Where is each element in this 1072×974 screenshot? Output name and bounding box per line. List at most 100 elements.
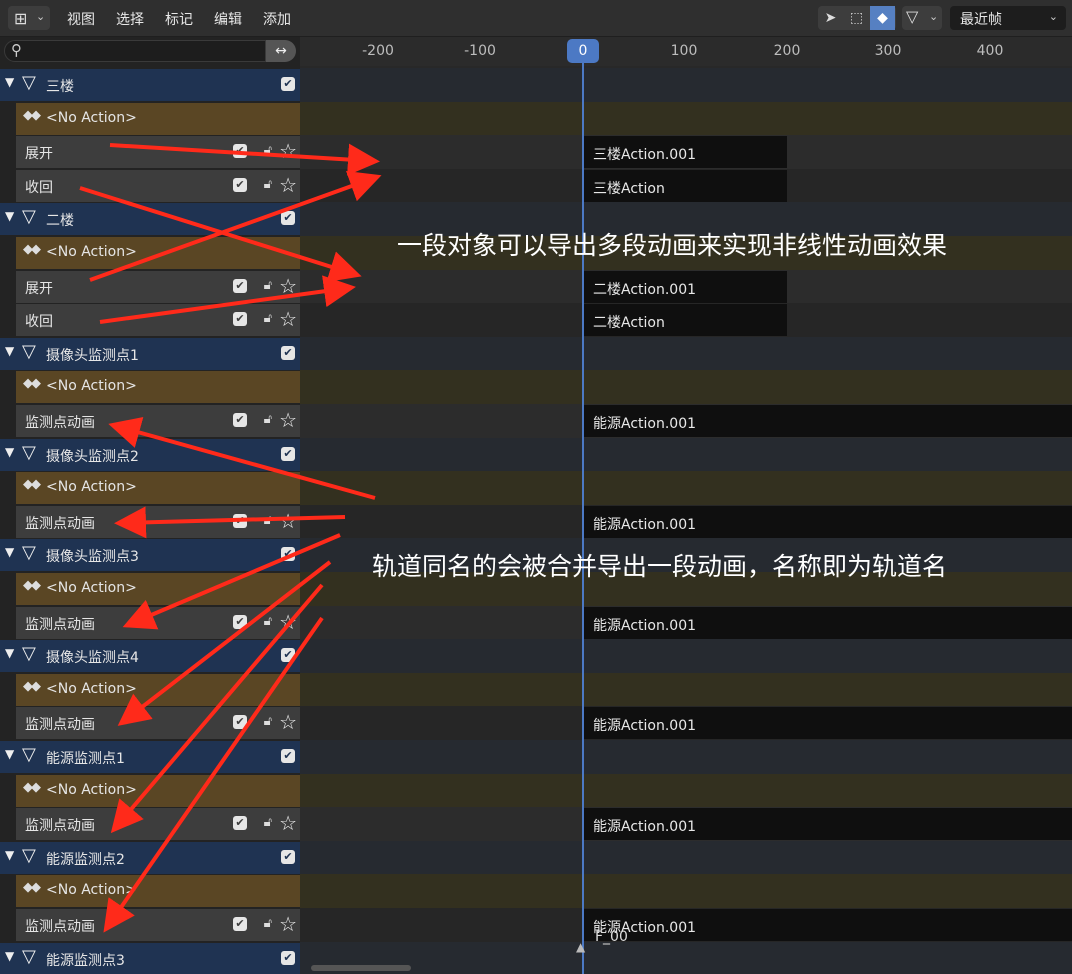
solo-star-icon[interactable]: ☆ [279,173,297,197]
solo-star-icon[interactable]: ☆ [279,610,297,634]
nla-track-channel[interactable]: 监测点动画 ✔ 🔓︎ ☆ [16,909,300,941]
expand-triangle-icon[interactable]: ▼ [5,646,14,660]
filter-button[interactable]: ▽ ⌄ [902,6,942,30]
lock-icon[interactable]: 🔓︎ [264,815,272,830]
visibility-checkbox[interactable]: ✔ [281,648,295,663]
action-strip[interactable]: 能源Action.001 [584,405,1072,437]
mute-checkbox[interactable]: ✔ [233,144,247,159]
keyframe-icon[interactable]: ◆ [870,6,895,30]
action-line-channel[interactable]: ◆◆ <No Action> [16,102,300,135]
lock-icon[interactable]: 🔓︎ [264,278,272,293]
search-input[interactable]: ⚲ [4,40,266,62]
menu-select[interactable]: 选择 [116,9,144,29]
object-channel[interactable]: ▼ ▽ 摄像头监测点1 ✔ [0,337,300,370]
expand-triangle-icon[interactable]: ▼ [5,344,14,358]
object-channel[interactable]: ▼ ▽ 摄像头监测点4 ✔ [0,640,300,673]
solo-star-icon[interactable]: ☆ [279,307,297,331]
visibility-checkbox[interactable]: ✔ [281,849,295,864]
solo-star-icon[interactable]: ☆ [279,811,297,835]
menu-edit[interactable]: 编辑 [214,9,242,29]
lock-icon[interactable]: 🔓︎ [264,311,272,326]
object-channel[interactable]: ▼ ▽ 能源监测点1 ✔ [0,741,300,773]
object-channel[interactable]: ▼ ▽ 摄像头监测点2 ✔ [0,438,300,471]
box-select-icon[interactable]: ⬚ [844,6,869,30]
solo-star-icon[interactable]: ☆ [279,274,297,298]
swap-direction-button[interactable]: ↔ [266,40,296,62]
horizontal-scrollbar[interactable] [311,965,411,971]
lock-icon[interactable]: 🔓︎ [264,714,272,729]
mute-checkbox[interactable]: ✔ [233,513,247,528]
frame-snap-select[interactable]: 最近帧 ⌄ [950,6,1066,30]
nla-track-channel[interactable]: 监测点动画 ✔ 🔓︎ ☆ [16,808,300,841]
object-channel[interactable]: ▼ ▽ 三楼 ✔ [0,69,300,101]
action-strip[interactable]: 能源Action.001 [584,505,1072,538]
expand-triangle-icon[interactable]: ▼ [5,848,14,862]
nla-track-channel[interactable]: 监测点动画 ✔ 🔓︎ ☆ [16,405,300,437]
lock-icon[interactable]: 🔓︎ [264,513,272,528]
visibility-checkbox[interactable]: ✔ [281,950,295,965]
object-channel[interactable]: ▼ ▽ 能源监测点2 ✔ [0,841,300,874]
solo-star-icon[interactable]: ☆ [279,710,297,734]
visibility-checkbox[interactable]: ✔ [281,446,295,461]
action-line-channel[interactable]: ◆◆ <No Action> [16,875,300,908]
action-strip[interactable]: 能源Action.001 [584,808,1072,841]
visibility-checkbox[interactable]: ✔ [281,547,295,562]
visibility-checkbox[interactable]: ✔ [281,211,295,226]
menu-add[interactable]: 添加 [263,9,291,29]
nla-track-channel[interactable]: 收回 ✔ 🔓︎ ☆ [16,169,300,202]
object-channel[interactable]: ▼ ▽ 能源监测点3 ✔ [0,942,300,974]
nla-track-channel[interactable]: 展开 ✔ 🔓︎ ☆ [16,136,300,169]
editor-type-button[interactable]: ⊞ ⌄ [8,6,50,30]
expand-triangle-icon[interactable]: ▼ [5,949,14,963]
expand-triangle-icon[interactable]: ▼ [5,747,14,761]
action-strip[interactable]: 三楼Action [584,169,787,202]
lock-icon[interactable]: 🔓︎ [264,614,272,629]
mute-checkbox[interactable]: ✔ [233,614,247,629]
action-line-channel[interactable]: ◆◆ <No Action> [16,237,300,269]
playhead[interactable] [582,62,584,974]
lock-icon[interactable]: 🔓︎ [264,412,272,427]
solo-star-icon[interactable]: ☆ [279,408,297,432]
current-frame-badge[interactable]: 0 [567,39,599,63]
nla-track-channel[interactable]: 收回 ✔ 🔓︎ ☆ [16,304,300,337]
action-line-channel[interactable]: ◆◆ <No Action> [16,774,300,807]
mute-checkbox[interactable]: ✔ [233,917,247,931]
nla-track-channel[interactable]: 展开 ✔ 🔓︎ ☆ [16,270,300,303]
solo-star-icon[interactable]: ☆ [279,139,297,163]
nla-track-channel[interactable]: 监测点动画 ✔ 🔓︎ ☆ [16,505,300,538]
lock-icon[interactable]: 🔓︎ [264,143,272,158]
nla-timeline[interactable]: 三楼Action.001 三楼Action 二楼Action.001 二楼Action… [300,66,1072,974]
mute-checkbox[interactable]: ✔ [233,413,247,427]
menu-marker[interactable]: 标记 [165,9,193,29]
action-strip[interactable]: 二楼Action.001 [584,270,787,303]
action-strip[interactable]: 能源Action.001 [584,707,1072,740]
mute-checkbox[interactable]: ✔ [233,715,247,730]
action-line-channel[interactable]: ◆◆ <No Action> [16,573,300,605]
expand-triangle-icon[interactable]: ▼ [5,445,14,459]
visibility-checkbox[interactable]: ✔ [281,749,295,763]
action-strip[interactable]: 能源Action.001 [584,909,1072,941]
action-line-channel[interactable]: ◆◆ <No Action> [16,673,300,706]
mute-checkbox[interactable]: ✔ [233,312,247,327]
object-channel[interactable]: ▼ ▽ 二楼 ✔ [0,203,300,236]
select-arrow-icon[interactable]: ➤ [818,6,843,30]
frame-ruler[interactable]: -200 -100 100 200 300 400 0 [300,37,1072,66]
solo-star-icon[interactable]: ☆ [279,912,297,936]
object-channel[interactable]: ▼ ▽ 摄像头监测点3 ✔ [0,539,300,572]
action-strip[interactable]: 二楼Action [584,304,787,337]
mute-checkbox[interactable]: ✔ [233,278,247,293]
visibility-checkbox[interactable]: ✔ [281,77,295,91]
visibility-checkbox[interactable]: ✔ [281,345,295,360]
expand-triangle-icon[interactable]: ▼ [5,209,14,223]
nla-track-channel[interactable]: 监测点动画 ✔ 🔓︎ ☆ [16,707,300,740]
mute-checkbox[interactable]: ✔ [233,177,247,192]
lock-icon[interactable]: 🔓︎ [264,916,272,931]
action-line-channel[interactable]: ◆◆ <No Action> [16,371,300,404]
action-strip[interactable]: 三楼Action.001 [584,136,787,169]
nla-track-channel[interactable]: 监测点动画 ✔ 🔓︎ ☆ [16,606,300,639]
expand-triangle-icon[interactable]: ▼ [5,545,14,559]
menu-view[interactable]: 视图 [67,9,95,29]
action-strip[interactable]: 能源Action.001 [584,606,1072,639]
solo-star-icon[interactable]: ☆ [279,509,297,533]
expand-triangle-icon[interactable]: ▼ [5,75,14,89]
